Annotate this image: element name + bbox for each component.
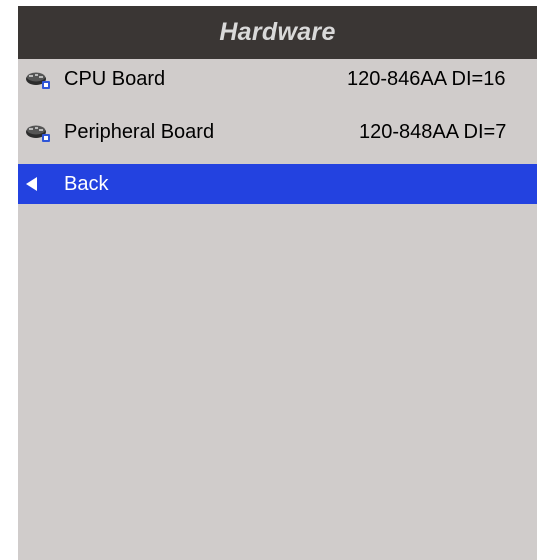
back-label: Back — [64, 173, 109, 195]
back-button[interactable]: Back — [18, 164, 537, 204]
page-title: Hardware — [219, 18, 336, 46]
item-value: 120-848AA DI=7 — [359, 121, 507, 143]
hardware-screen: Hardware CPU Board 120-846AA DI=16 Perip… — [18, 6, 537, 560]
item-label: Peripheral Board — [64, 121, 215, 143]
item-label: CPU Board — [64, 68, 166, 90]
item-value: 120-846AA DI=16 — [347, 68, 506, 90]
title-bar: Hardware — [18, 6, 537, 59]
circuit-board-icon — [24, 66, 54, 92]
circuit-board-icon — [24, 119, 54, 145]
list-item-peripheral-board[interactable]: Peripheral Board 120-848AA DI=7 — [18, 112, 537, 152]
back-arrow-icon — [26, 177, 37, 191]
list-item-cpu-board[interactable]: CPU Board 120-846AA DI=16 — [18, 59, 537, 99]
